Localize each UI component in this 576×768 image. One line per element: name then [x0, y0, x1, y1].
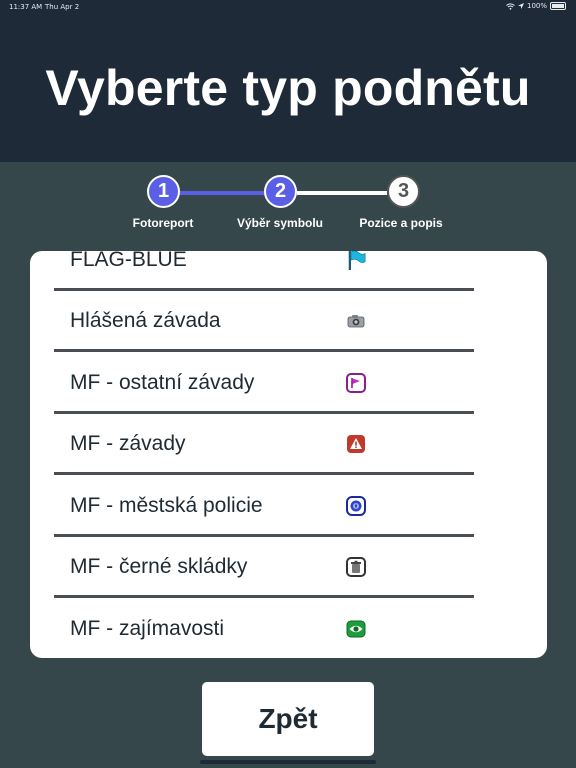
camera-icon	[346, 311, 366, 331]
list-item-label: Hlášená závada	[70, 309, 221, 333]
status-bar: 11:37 AM Thu Apr 2 100%	[0, 0, 576, 14]
location-icon	[517, 3, 524, 9]
list-item-label: MF - závady	[70, 432, 186, 456]
status-time: 11:37 AM	[9, 3, 43, 11]
status-right: 100%	[506, 2, 566, 10]
step-3-number: 3	[397, 180, 410, 202]
purple-flag-icon	[346, 372, 366, 393]
blue-flag-icon	[346, 251, 366, 270]
step-3-indicator: 3	[387, 175, 420, 208]
back-button[interactable]: Zpět	[202, 682, 374, 756]
symbol-list-card[interactable]: FLAG-BLUE Hlášená závada MF - ostatní zá…	[30, 251, 547, 658]
list-item-mf-cerne-skladky[interactable]: MF - černé skládky	[30, 537, 547, 598]
warning-icon	[346, 434, 366, 454]
step-2-label: Výběr symbolu	[236, 216, 324, 230]
list-item-mf-zavady[interactable]: MF - závady	[30, 414, 547, 475]
wifi-icon	[506, 2, 515, 10]
battery-icon	[550, 2, 566, 10]
symbol-list: FLAG-BLUE Hlášená závada MF - ostatní zá…	[30, 251, 547, 658]
list-item-mf-zajimavosti[interactable]: MF - zajímavosti	[30, 598, 547, 658]
list-item-hlasena-zavada[interactable]: Hlášená závada	[30, 291, 547, 352]
page-title: Vyberte typ podnětu	[45, 60, 531, 116]
list-item-label: MF - zajímavosti	[70, 616, 225, 640]
step-2-indicator: 2	[264, 175, 297, 208]
battery-percent: 100%	[526, 2, 547, 10]
step-1-indicator: 1	[147, 175, 180, 208]
list-item-flag-blue[interactable]: FLAG-BLUE	[30, 251, 547, 291]
status-date: Thu Apr 2	[45, 3, 80, 11]
list-item-label: FLAG-BLUE	[70, 251, 187, 271]
step-1-label: Fotoreport	[132, 216, 194, 230]
home-indicator	[200, 760, 376, 764]
progress-stepper: 1 2 3 Fotoreport Výběr symbolu Pozice a …	[0, 170, 576, 240]
step-1-number: 1	[157, 180, 170, 202]
list-item-label: MF - černé skládky	[70, 555, 248, 579]
step-3-label: Pozice a popis	[359, 216, 443, 230]
page-header: Vyberte typ podnětu	[0, 14, 576, 162]
list-item-mf-ostatni-zavady[interactable]: MF - ostatní závady	[30, 352, 547, 414]
trash-icon	[346, 557, 366, 578]
list-item-label: MF - městská policie	[70, 493, 263, 517]
police-icon	[346, 495, 366, 516]
list-item-label: MF - ostatní závady	[70, 370, 255, 394]
list-item-mf-mestska-policie[interactable]: MF - městská policie	[30, 475, 547, 537]
eye-icon	[346, 619, 366, 639]
step-connector-2-3	[297, 191, 387, 195]
step-2-number: 2	[274, 180, 287, 202]
